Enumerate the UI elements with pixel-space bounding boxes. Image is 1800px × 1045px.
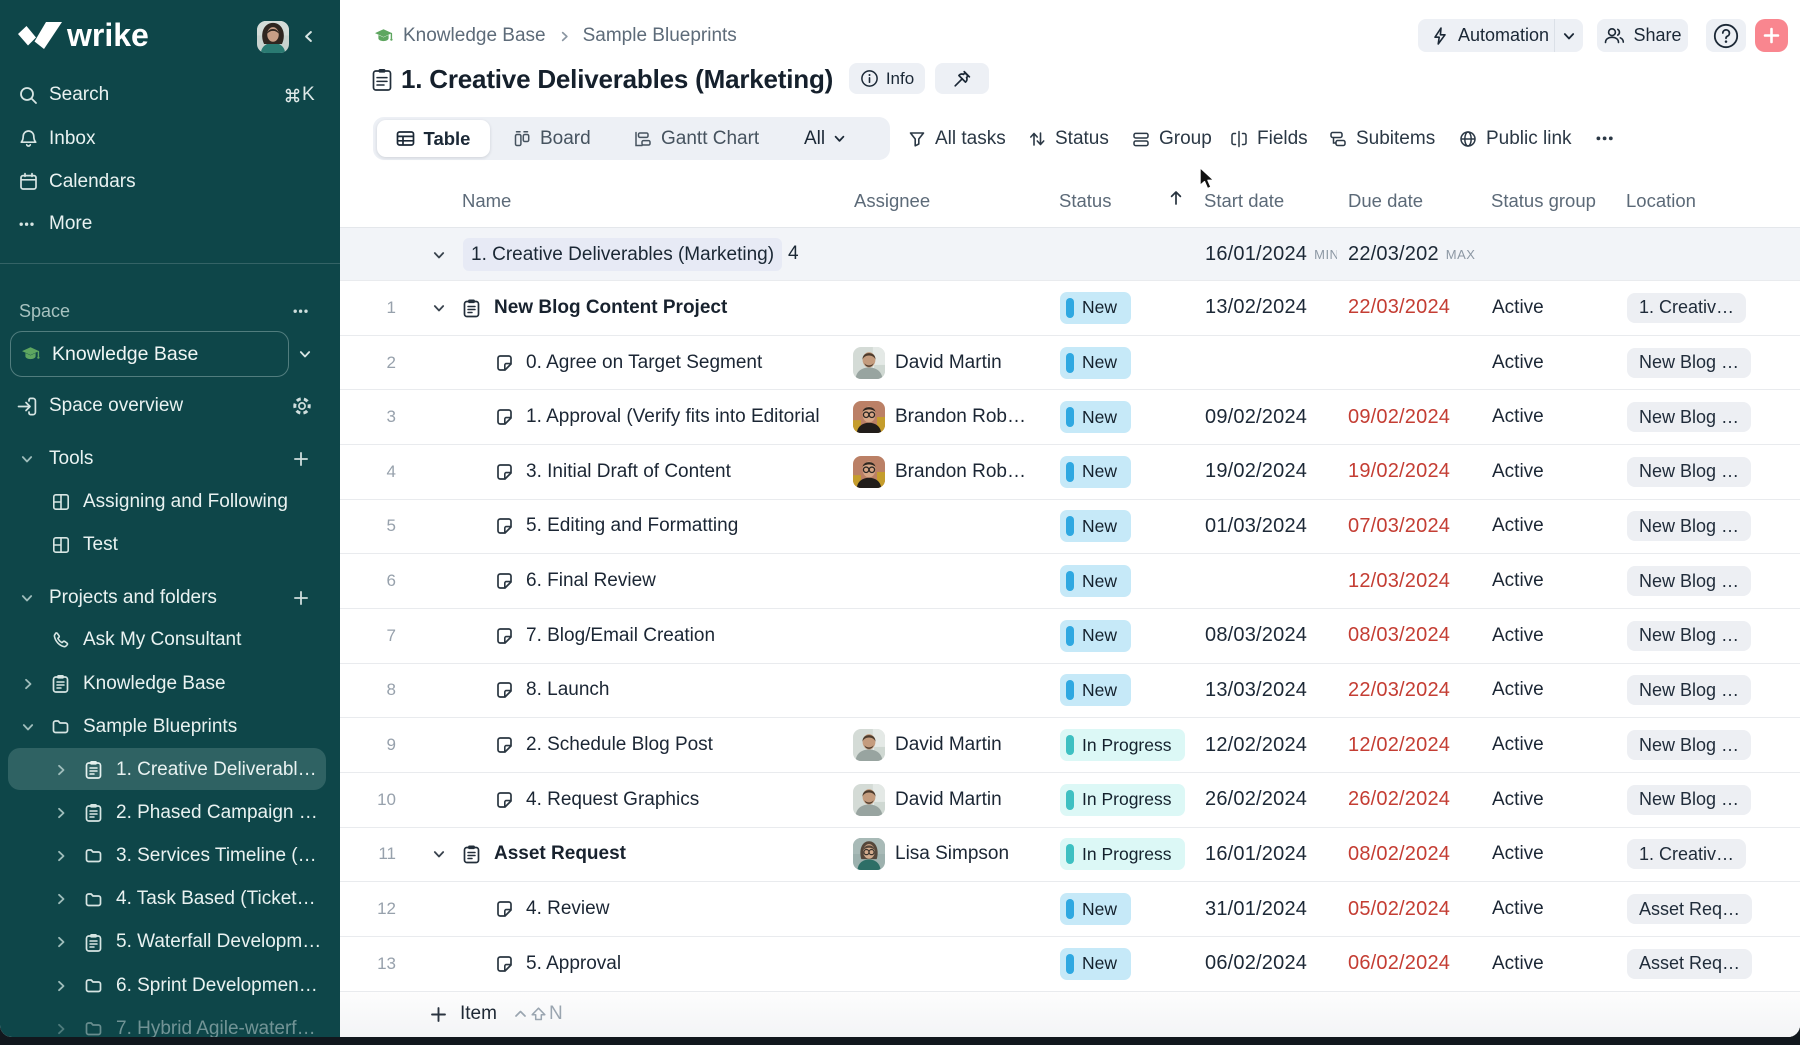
- svg-text:wrike: wrike: [66, 17, 149, 53]
